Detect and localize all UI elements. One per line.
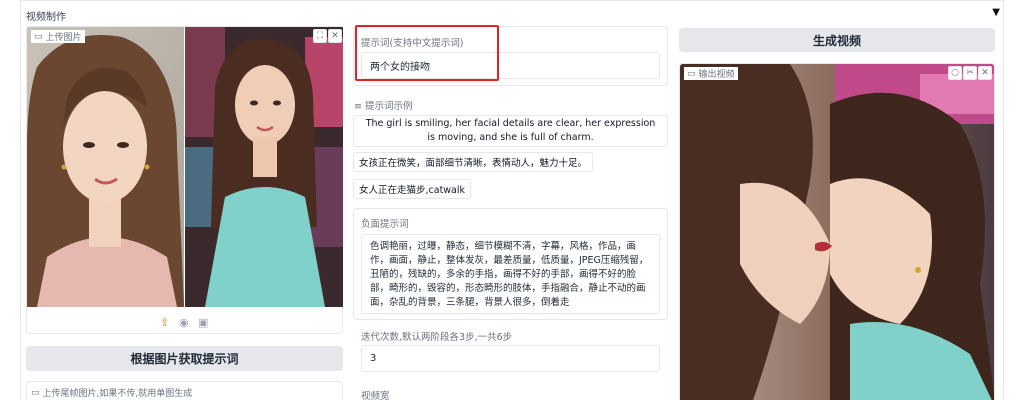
upload-label: ▭ 上传图片 [31,30,85,43]
width-label: 视频宽 [361,391,390,400]
close-icon[interactable]: ✕ [328,29,342,43]
example-item-1[interactable]: The girl is smiling, her facial details … [353,115,668,147]
image-icon: ▭ [31,387,40,398]
prompt-label: 提示词(支持中文提示词) [361,38,464,49]
source-image-right [185,27,343,307]
output-label: ▭ 输出视频 [684,67,738,80]
steps-label: 迭代次数,默认两阶段各3步,一共6步 [361,332,513,343]
example-item-3[interactable]: 女人正在走猫步,catwalk [353,179,472,199]
prompt-input[interactable]: 两个女的接吻 [361,52,660,79]
image-icon: ▭ [34,31,43,42]
source-image-left [27,27,184,307]
upload-icon[interactable]: ⇪ [160,316,169,329]
tail-frame-upload-block[interactable]: ▭ 上传尾帧图片,如果不传,就用单图生成 [26,381,343,400]
negative-label: 负面提示词 [361,219,409,230]
panel-title: 视频制作 [26,12,66,23]
output-video-frame [680,64,994,400]
list-icon: ≡ [354,101,365,112]
negative-prompt-textarea[interactable]: 色调艳丽，过曝，静态，细节模糊不清，字幕，风格，作品，画作，画面，静止，整体发灰… [361,234,660,314]
clipboard-icon[interactable]: ▣ [198,316,208,329]
steps-input[interactable]: 3 [361,345,660,372]
close-icon[interactable]: ✕ [978,66,992,80]
scissors-icon[interactable]: ✂ [963,66,977,80]
generate-video-button[interactable]: 生成视频 [679,28,995,52]
fullscreen-icon[interactable]: ⛶ [313,29,327,43]
video-icon: ▭ [687,68,696,79]
examples-label: ≡ 提示词示例 [354,101,413,112]
collapse-toggle[interactable]: ▼ [992,7,1000,18]
example-item-2[interactable]: 女孩正在微笑，面部细节清晰，表情动人，魅力十足。 [353,152,594,172]
image-upload-block[interactable]: ▭ 上传图片 ⛶ ✕ ⇪ ◉ ▣ [26,26,343,334]
output-video-block: ▭ 输出视频 ○ ✂ ✕ [679,63,995,400]
webcam-icon[interactable]: ◉ [179,316,189,329]
loop-icon[interactable]: ○ [948,66,962,80]
tail-upload-label: ▭ 上传尾帧图片,如果不传,就用单图生成 [31,386,193,399]
get-prompt-from-image-button[interactable]: 根据图片获取提示词 [26,346,343,371]
